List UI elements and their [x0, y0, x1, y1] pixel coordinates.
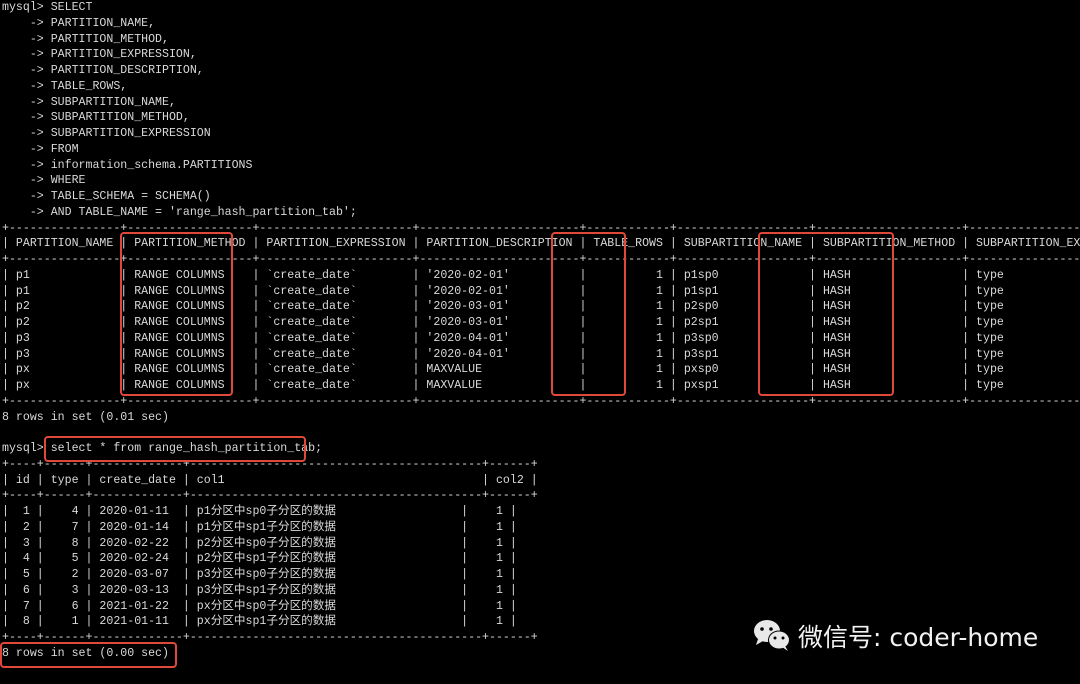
result2-table-row: | 7 | 6 | 2021-01-22 | px分区中sp0子分区的数据 | … — [2, 599, 517, 613]
result1-table-border: +----------------+------------------+---… — [2, 394, 1080, 408]
result2-table-row: | 5 | 2 | 2020-03-07 | p3分区中sp0子分区的数据 | … — [2, 568, 517, 581]
query1-line: -> FROM — [2, 142, 79, 156]
query1-line: -> PARTITION_DESCRIPTION, — [2, 64, 204, 77]
result2-table-header: | id | type | create_date | col1 | col2 … — [2, 473, 538, 487]
result2-table-row: | 1 | 4 | 2020-01-11 | p1分区中sp0子分区的数据 | … — [2, 505, 517, 518]
query1-line: -> WHERE — [2, 174, 86, 188]
query1-line: -> PARTITION_NAME, — [2, 16, 156, 30]
watermark: 微信号: coder-home — [752, 618, 1038, 654]
query1-line: -> PARTITION_METHOD, — [2, 32, 169, 46]
result2-table-row: | 6 | 3 | 2020-03-13 | p3分区中sp1子分区的数据 | … — [2, 583, 517, 597]
result2-table-row: | 3 | 8 | 2020-02-22 | p2分区中sp0子分区的数据 | … — [2, 536, 517, 550]
query1-line: -> information_schema.PARTITIONS — [2, 158, 253, 172]
result2-table-row: | 2 | 7 | 2020-01-14 | p1分区中sp1子分区的数据 | … — [2, 520, 517, 534]
query1-line: -> TABLE_SCHEMA = SCHEMA() — [2, 190, 211, 203]
highlight-row-count — [0, 642, 177, 668]
query1-line: -> SUBPARTITION_EXPRESSION — [2, 127, 211, 140]
query1-line: -> SUBPARTITION_METHOD, — [2, 111, 190, 125]
result1-status: 8 rows in set (0.01 sec) — [2, 410, 169, 424]
query1-line: -> PARTITION_EXPRESSION, — [2, 48, 197, 62]
query1-line: -> TABLE_ROWS, — [2, 79, 128, 93]
wechat-icon — [754, 620, 790, 651]
result2-table-row: | 4 | 5 | 2020-02-24 | p2分区中sp1子分区的数据 | … — [2, 552, 517, 566]
watermark-text: 微信号: coder-home — [798, 623, 1039, 652]
result2-table-border: +----+------+-------------+-------------… — [2, 489, 538, 503]
highlight-subpartition-method — [758, 232, 894, 396]
query1-line: -> AND TABLE_NAME = 'range_hash_partitio… — [2, 205, 357, 219]
highlight-table-rows — [551, 232, 626, 396]
highlight-partition-method — [120, 232, 233, 396]
query1-line: -> SUBPARTITION_NAME, — [2, 95, 176, 109]
highlight-select-query — [44, 436, 306, 462]
query1-line: mysql> SELECT — [2, 1, 93, 14]
